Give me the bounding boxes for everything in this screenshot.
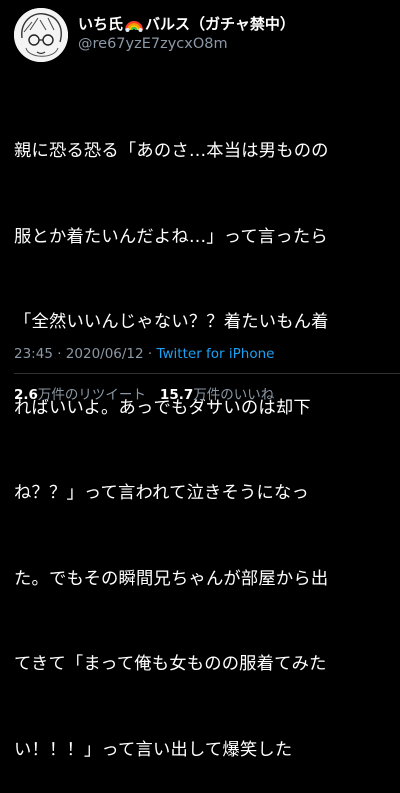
user-info[interactable]: いち氏 バルス（ガチャ禁中） @re67yzE7zycxO8m <box>78 14 378 54</box>
avatar-drawing-icon <box>14 8 68 62</box>
tweet-line: 「全然いいんじゃない？？着たいもん着 <box>14 312 329 332</box>
tweet-source-link[interactable]: Twitter for iPhone <box>157 346 275 362</box>
rainbow-icon <box>125 21 144 32</box>
retweets-count: 2.6 <box>14 387 38 403</box>
meta-separator: · <box>57 346 62 362</box>
likes-count: 15.7 <box>159 387 194 403</box>
likes-label: 万件のいいね <box>193 387 275 403</box>
avatar[interactable] <box>14 8 68 62</box>
display-name-part2: バルス（ガチャ禁中） <box>145 15 295 33</box>
tweet-line: てきて「まって俺も女ものの服着てみた <box>14 654 327 674</box>
retweets-stat[interactable]: 2.6万件のリツイート <box>14 387 146 403</box>
tweet-line: ね？？」って言われて泣きそうになっ <box>14 483 309 503</box>
tweet-date[interactable]: 2020/06/12 <box>66 346 144 362</box>
tweet-time[interactable]: 23:45 <box>14 346 53 362</box>
divider <box>14 373 400 374</box>
tweet-header: いち氏 バルス（ガチャ禁中） @re67yzE7zycxO8m <box>14 8 386 64</box>
user-handle[interactable]: @re67yzE7zycxO8m <box>78 34 378 54</box>
tweet-meta: 23:45 · 2020/06/12 · Twitter for iPhone <box>14 345 274 363</box>
tweet-stats: 2.6万件のリツイート 15.7万件のいいね <box>14 386 274 404</box>
tweet-line: 親に恐る恐る「あのさ…本当は男ものの <box>14 141 329 161</box>
retweets-label: 万件のリツイート <box>37 387 146 403</box>
tweet-text: 親に恐る恐る「あのさ…本当は男ものの 服とか着たいんだよね…」って言ったら 「全… <box>14 80 390 793</box>
tweet-line: た。でもその瞬間兄ちゃんが部屋から出 <box>14 568 329 589</box>
tweet-line: い！！！」って言い出して爆笑した <box>14 739 293 760</box>
display-name[interactable]: いち氏 バルス（ガチャ禁中） <box>78 14 378 34</box>
tweet-line: 服とか着たいんだよね…」って言ったら <box>14 226 328 247</box>
display-name-part1: いち氏 <box>78 15 124 33</box>
meta-separator: · <box>147 346 153 362</box>
likes-stat[interactable]: 15.7万件のいいね <box>160 387 274 403</box>
